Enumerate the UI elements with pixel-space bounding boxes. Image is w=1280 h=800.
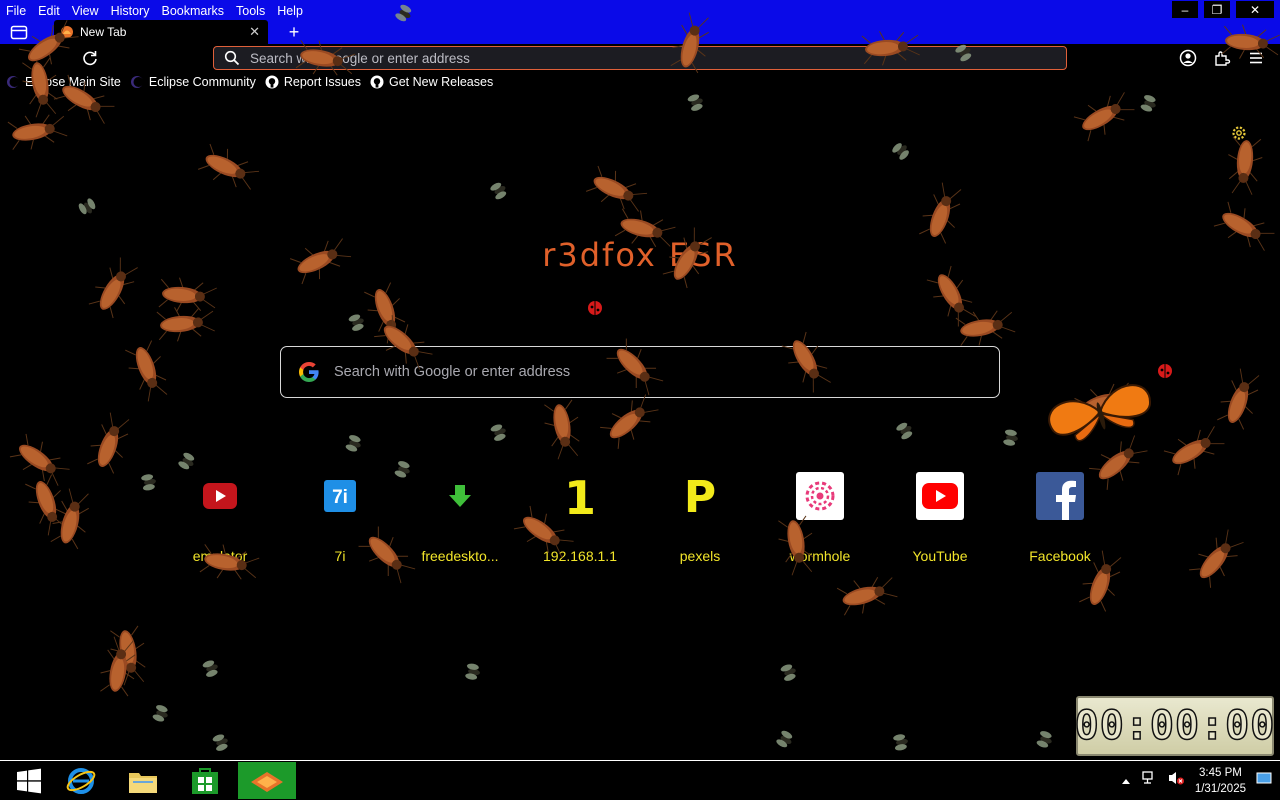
top-site-label: freedeskto...	[421, 548, 499, 564]
bookmark-report-issues[interactable]: Report Issues	[265, 75, 361, 89]
youtube-icon	[916, 472, 964, 520]
bookmarks-toolbar: Eclipse Main Site Eclipse Community Repo…	[0, 72, 1280, 92]
r3dfox-taskbar-icon[interactable]	[238, 762, 296, 799]
top-site-label: pexels	[679, 548, 721, 564]
close-window-button[interactable]: ✕	[1236, 1, 1274, 18]
settings-gear-icon[interactable]	[1230, 124, 1248, 142]
menu-help[interactable]: Help	[271, 0, 309, 20]
network-icon[interactable]	[1141, 770, 1157, 791]
tab-overview-icon[interactable]	[8, 23, 30, 41]
title-bar: File Edit View History Bookmarks Tools H…	[0, 0, 1280, 44]
menu-bookmarks[interactable]: Bookmarks	[155, 0, 230, 20]
google-icon	[299, 362, 319, 382]
menu-edit[interactable]: Edit	[32, 0, 66, 20]
wormhole-icon	[796, 472, 844, 520]
top-site-label: emulator	[192, 548, 248, 564]
github-icon	[265, 75, 279, 89]
app-menu-icon[interactable]	[1246, 48, 1266, 68]
reload-icon[interactable]	[80, 48, 100, 68]
top-site-facebook[interactable]: Facebook	[1000, 472, 1120, 572]
top-site-label: wormhole	[789, 548, 851, 564]
youtube-red-icon	[196, 472, 244, 520]
yellow-1-icon: 1	[556, 472, 604, 520]
desktop-clock-widget: 00:00:00	[1074, 696, 1276, 756]
top-site-label: Facebook	[1029, 548, 1091, 564]
extensions-icon[interactable]	[1212, 48, 1232, 68]
bookmark-label: Get New Releases	[388, 75, 494, 89]
svg-text:P: P	[684, 474, 716, 518]
7i-icon: 7i	[316, 472, 364, 520]
top-site-label: 7i	[334, 548, 346, 564]
search-icon	[224, 50, 240, 66]
tab-title: New Tab	[80, 25, 127, 39]
top-site-freedesktop[interactable]: freedeskto...	[400, 472, 520, 572]
top-site-youtube[interactable]: YouTube	[880, 472, 1000, 572]
green-arrow-icon	[436, 472, 484, 520]
store-icon[interactable]	[176, 762, 234, 799]
show-hidden-icons-icon[interactable]	[1121, 772, 1131, 790]
menu-bar: File Edit View History Bookmarks Tools H…	[0, 0, 309, 20]
eclipse-icon	[7, 76, 20, 88]
address-input[interactable]	[250, 50, 950, 66]
facebook-icon	[1036, 472, 1084, 520]
content-search-box[interactable]	[280, 346, 1000, 398]
top-site-label: YouTube	[912, 548, 968, 564]
tab-new-tab[interactable]: New Tab ✕	[54, 20, 268, 44]
restore-button[interactable]: ❐	[1204, 1, 1230, 18]
bookmark-eclipse-community[interactable]: Eclipse Community	[130, 75, 256, 89]
bookmark-get-new-releases[interactable]: Get New Releases	[370, 75, 493, 89]
system-tray: 3:45 PM 1/31/2025	[1111, 761, 1272, 800]
eclipse-icon	[130, 76, 144, 88]
start-button[interactable]	[0, 762, 58, 799]
close-tab-icon[interactable]: ✕	[249, 24, 260, 40]
svg-text:1: 1	[564, 474, 596, 518]
tray-clock[interactable]: 3:45 PM 1/31/2025	[1195, 765, 1246, 797]
top-sites: emulator 7i 7i freedeskto... 1 192.168.1…	[160, 472, 1120, 572]
svg-text:7i: 7i	[332, 487, 348, 508]
tray-time: 3:45 PM	[1199, 766, 1242, 779]
taskbar: 3:45 PM 1/31/2025	[0, 760, 1280, 800]
content-search-input[interactable]	[334, 364, 934, 380]
clock-time: 00:00:00	[1074, 702, 1276, 750]
window-controls: – ❐ ✕	[1172, 1, 1274, 18]
file-explorer-icon[interactable]	[114, 762, 172, 799]
menu-tools[interactable]: Tools	[230, 0, 271, 20]
windows-logo-icon	[17, 768, 41, 793]
nav-toolbar	[0, 44, 1280, 72]
top-site-label: 192.168.1.1	[543, 548, 617, 564]
volume-muted-icon[interactable]	[1167, 770, 1185, 791]
top-site-emulator[interactable]: emulator	[160, 472, 280, 572]
github-icon	[370, 75, 384, 89]
account-icon[interactable]	[1178, 48, 1198, 68]
menu-file[interactable]: File	[0, 0, 32, 20]
bookmark-label: Eclipse Main Site	[25, 75, 121, 89]
pexels-icon: P	[676, 472, 724, 520]
bookmark-label: Report Issues	[283, 75, 361, 89]
minimize-button[interactable]: –	[1172, 1, 1198, 18]
top-site-pexels[interactable]: P pexels	[640, 472, 760, 572]
top-site-router[interactable]: 1 192.168.1.1	[520, 472, 640, 572]
bookmark-label: Eclipse Community	[148, 75, 256, 89]
new-tab-page: r3dfox ESR emulator 7i 7i freedeskt	[0, 92, 1280, 760]
menu-view[interactable]: View	[66, 0, 105, 20]
internet-explorer-icon[interactable]	[52, 762, 110, 799]
bookmark-eclipse-main-site[interactable]: Eclipse Main Site	[6, 75, 121, 89]
menu-history[interactable]: History	[105, 0, 156, 20]
tab-strip: New Tab ✕ +	[0, 20, 1280, 44]
nav-right-icons	[1178, 48, 1266, 68]
r3dfox-favicon-icon	[61, 26, 73, 38]
browser-logo-text: r3dfox ESR	[542, 236, 738, 274]
top-site-wormhole[interactable]: wormhole	[760, 472, 880, 572]
address-bar[interactable]	[213, 46, 1067, 70]
new-tab-button[interactable]: +	[284, 21, 304, 43]
top-site-7i[interactable]: 7i 7i	[280, 472, 400, 572]
tray-date: 1/31/2025	[1194, 782, 1246, 795]
action-center-icon[interactable]	[1256, 771, 1272, 790]
